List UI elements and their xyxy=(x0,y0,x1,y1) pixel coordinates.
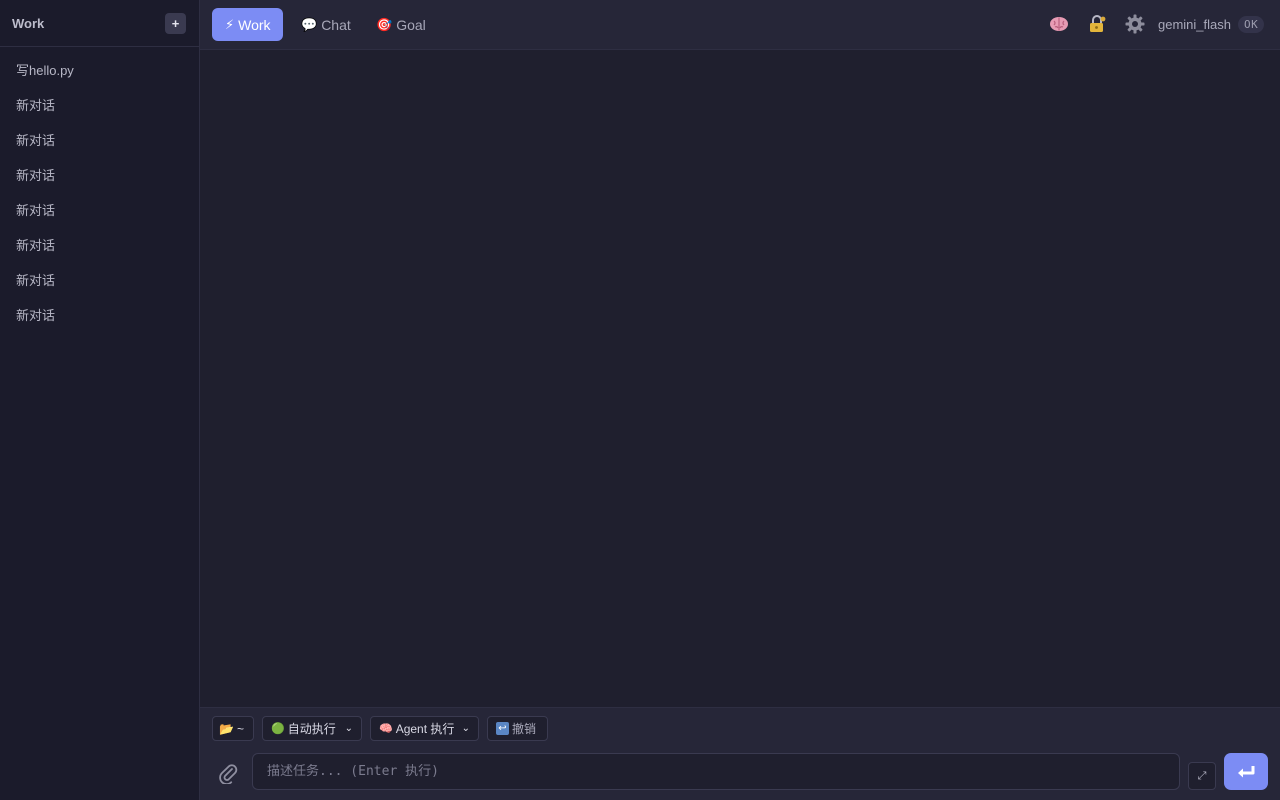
conversation-item[interactable]: 新对话 xyxy=(0,122,199,157)
conversation-item[interactable]: 新对话 xyxy=(0,262,199,297)
conversation-item[interactable]: 新对话 xyxy=(0,297,199,332)
brain-icon: 🧠 xyxy=(379,723,393,735)
conversation-item[interactable]: 新对话 xyxy=(0,192,199,227)
conversation-item[interactable]: 新对话 xyxy=(0,87,199,122)
send-button[interactable] xyxy=(1224,753,1268,790)
enter-icon xyxy=(1238,765,1255,777)
task-input-wrapper xyxy=(252,753,1180,790)
tab-work[interactable]: ⚡ Work xyxy=(212,8,283,41)
conversation-list: 写hello.py 新对话 新对话 新对话 新对话 新对话 新对话 新对话 xyxy=(0,47,199,332)
agent-mode-label: Agent 执行 xyxy=(395,722,455,736)
sidebar-title: Work xyxy=(12,15,45,31)
tab-label: Chat xyxy=(321,16,351,33)
working-directory-button[interactable]: 📂 ~ xyxy=(212,716,254,741)
model-name[interactable]: gemini_flash xyxy=(1158,17,1231,32)
speech-bubble-icon: 💬 xyxy=(301,16,318,32)
gear-icon[interactable] xyxy=(1124,13,1146,35)
task-input[interactable] xyxy=(267,764,1165,779)
sidebar-header: Work + xyxy=(0,0,199,47)
composer-panel: 📂 ~ 🟢 自动执行 ⌄ 🧠 Agent 执行 ⌄ ↩ 撤销 ⤢ xyxy=(200,707,1280,800)
undo-label: 撤销 xyxy=(512,722,537,736)
tab-label: Work xyxy=(238,16,271,33)
directory-label: ~ xyxy=(236,721,244,736)
exec-mode-label: 自动执行 xyxy=(287,722,336,736)
folder-icon: 📂 xyxy=(219,721,234,736)
new-conversation-button[interactable]: + xyxy=(165,12,186,34)
tab-chat[interactable]: 💬 Chat xyxy=(301,8,351,41)
message-area xyxy=(200,50,1280,707)
brain-icon[interactable] xyxy=(1048,13,1070,35)
agent-mode-select[interactable]: 🧠 Agent 执行 ⌄ xyxy=(370,716,479,741)
paperclip-icon[interactable] xyxy=(216,760,240,786)
sidebar: Work + 写hello.py 新对话 新对话 新对话 新对话 新对话 新对话… xyxy=(0,0,200,800)
undo-button[interactable]: ↩ 撤销 xyxy=(487,716,548,741)
conversation-item[interactable]: 新对话 xyxy=(0,227,199,262)
conversation-item[interactable]: 写hello.py xyxy=(0,52,199,87)
expand-button[interactable]: ⤢ xyxy=(1188,762,1216,790)
lightning-icon: ⚡ xyxy=(225,16,235,32)
chevron-down-icon: ⌄ xyxy=(344,723,353,734)
conversation-item[interactable]: 新对话 xyxy=(0,157,199,192)
undo-icon: ↩ xyxy=(496,722,509,735)
top-bar: ⚡ Work 💬 Chat 🎯 Goal gemini_flash OK xyxy=(200,0,1280,50)
target-icon: 🎯 xyxy=(376,16,393,32)
tab-goal[interactable]: 🎯 Goal xyxy=(376,8,426,41)
chevron-down-icon: ⌄ xyxy=(461,723,470,734)
lock-icon[interactable] xyxy=(1086,13,1108,35)
green-circle-icon: 🟢 xyxy=(271,723,285,735)
tab-label: Goal xyxy=(396,16,426,33)
status-badge: OK xyxy=(1238,16,1265,33)
exec-mode-select[interactable]: 🟢 自动执行 ⌄ xyxy=(262,716,362,741)
